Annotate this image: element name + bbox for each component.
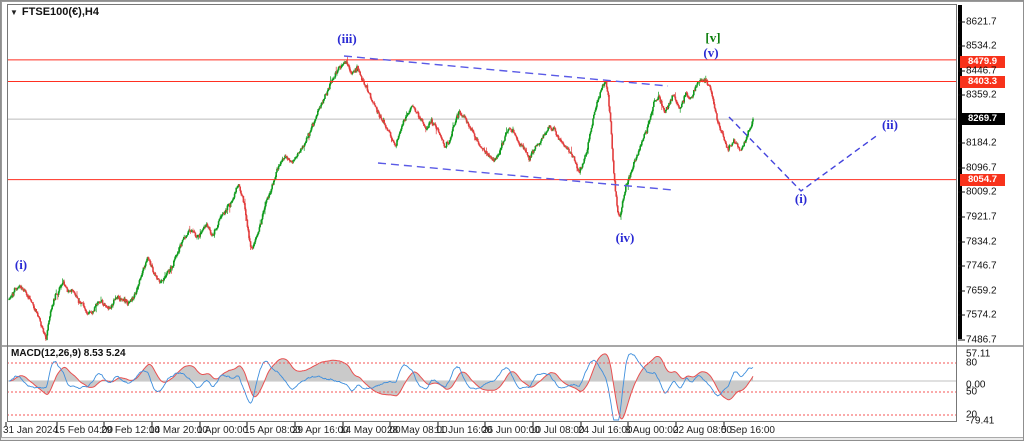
- price-axis-label: 8009.2: [966, 187, 997, 198]
- level-price-badge: 8054.7: [960, 174, 1005, 186]
- macd-axis-label: 50: [966, 387, 977, 398]
- price-axis-label: 8096.7: [966, 163, 997, 174]
- price-axis-label: 8446.7: [966, 66, 997, 77]
- price-axis-label: 8534.2: [966, 41, 997, 52]
- chevron-down-icon[interactable]: ▼: [10, 8, 18, 17]
- elliott-wave-label[interactable]: (i): [15, 257, 27, 273]
- time-axis-label: 8 Aug 00:00: [625, 425, 678, 436]
- price-axis-label: 7486.7: [966, 335, 997, 346]
- chart-canvas[interactable]: [1, 1, 1024, 441]
- macd-axis-label: -79.41: [966, 416, 994, 427]
- symbol-title: FTSE100(€),H4: [22, 6, 99, 18]
- elliott-wave-label[interactable]: (iv): [616, 230, 635, 246]
- price-axis-label: 7834.2: [966, 237, 997, 248]
- price-axis-label: 8184.2: [966, 138, 997, 149]
- macd-axis-label: 80: [966, 358, 977, 369]
- current-price-badge: 8269.7: [960, 113, 1005, 125]
- symbol-title-bar: ▼ FTSE100(€),H4: [10, 6, 99, 18]
- price-axis-label: 7659.2: [966, 286, 997, 297]
- elliott-wave-label[interactable]: (v): [703, 45, 718, 61]
- window-bottom-edge: [1, 437, 1024, 441]
- macd-indicator-label: MACD(12,26,9) 8.53 5.24: [11, 348, 126, 359]
- price-axis-label: 7574.2: [966, 310, 997, 321]
- chart-window: ▼ FTSE100(€),H4 MACD(12,26,9) 8.53 5.24 8…: [0, 0, 1024, 441]
- elliott-wave-label[interactable]: (iii): [337, 31, 357, 47]
- time-axis-label: 5 Sep 16:00: [721, 425, 775, 436]
- elliott-wave-label[interactable]: [v]: [705, 30, 720, 46]
- price-axis-label: 8621.7: [966, 17, 997, 28]
- elliott-wave-label[interactable]: (ii): [882, 117, 898, 133]
- price-axis-label: 8359.2: [966, 90, 997, 101]
- price-axis-label: 7921.7: [966, 212, 997, 223]
- price-axis-label: 7746.7: [966, 261, 997, 272]
- time-axis-label: 1 Apr 00:00: [197, 425, 248, 436]
- time-axis-label: 31 Jan 2024: [3, 425, 58, 436]
- level-price-badge: 8403.3: [960, 76, 1005, 88]
- time-axis-label: 10 Jul 08:00: [530, 425, 585, 436]
- elliott-wave-label[interactable]: (i): [795, 191, 807, 207]
